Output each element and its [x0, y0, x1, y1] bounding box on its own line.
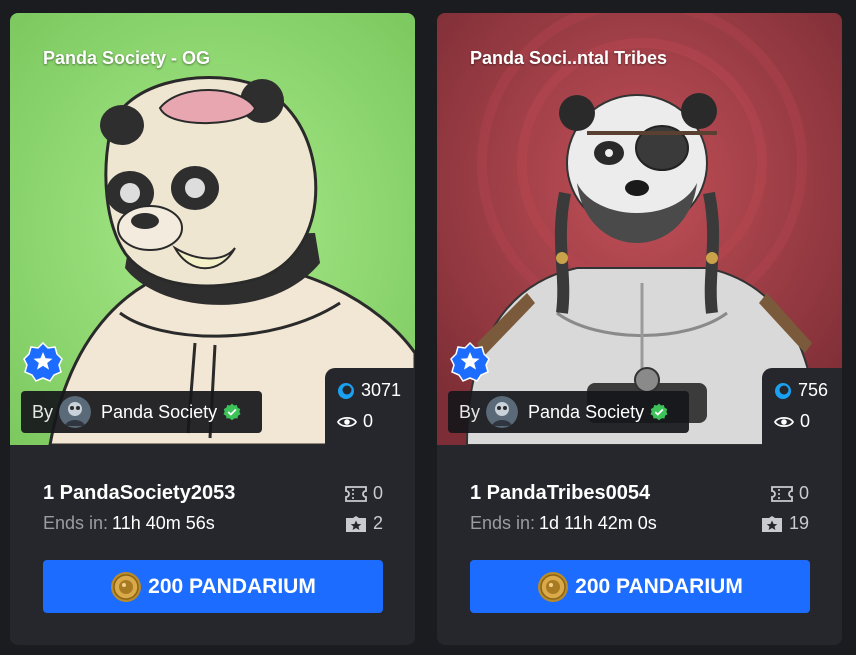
stats-panel: 3071 0: [325, 368, 415, 445]
star-count: 2: [373, 513, 384, 533]
card-info: 1 PandaSociety2053 Ends in: 11h 40m 56s 0…: [10, 445, 415, 645]
item-name[interactable]: 1 PandaSociety2053: [43, 482, 235, 505]
ticket-count: 0: [373, 483, 384, 503]
ticket-stat: 0: [771, 483, 809, 504]
ticket-stat: 0: [345, 483, 383, 504]
like-count: 3071: [361, 380, 402, 400]
verified-icon: [223, 403, 241, 421]
price-label: 200 PANDARIUM: [148, 574, 316, 598]
creator-link[interactable]: By Panda Society: [448, 391, 689, 433]
star-stat: 2: [345, 513, 383, 534]
collection-title[interactable]: Panda Society - OG: [43, 48, 210, 69]
eye-icon: [337, 416, 357, 427]
ticket-icon: [771, 485, 793, 502]
ends-label: Ends in:: [470, 513, 536, 533]
star-stat: 19: [761, 513, 809, 534]
ticket-count: 0: [799, 483, 810, 503]
like-icon: [775, 382, 791, 399]
creator-link[interactable]: By Panda Society: [21, 391, 262, 433]
creator-prefix: By: [32, 401, 54, 422]
star-badge-icon: [23, 342, 63, 382]
eye-icon: [774, 416, 794, 427]
buy-button[interactable]: 200 PANDARIUM: [470, 560, 810, 613]
buy-button[interactable]: 200 PANDARIUM: [43, 560, 383, 613]
like-stat[interactable]: 3071: [337, 380, 401, 401]
auction-timer: Ends in: 11h 40m 56s: [43, 513, 215, 534]
star-badge-icon: [450, 342, 490, 382]
like-stat[interactable]: 756: [774, 380, 828, 401]
avatar: [486, 396, 519, 428]
stats-panel: 756 0: [762, 368, 842, 445]
star-count: 19: [789, 513, 810, 533]
avatar: [59, 396, 92, 428]
verified-icon: [650, 403, 668, 421]
star-box-icon: [346, 515, 366, 532]
price-label: 200 PANDARIUM: [575, 574, 743, 598]
creator-prefix: By: [459, 401, 481, 422]
creator-name: Panda Society: [528, 401, 645, 422]
card-info: 1 PandaTribes0054 Ends in: 1d 11h 42m 0s …: [437, 445, 842, 645]
nft-card-1[interactable]: Panda Society - OG By Panda Society 3071: [10, 13, 415, 645]
view-count: 0: [800, 411, 811, 431]
view-stat: 0: [774, 411, 810, 432]
view-count: 0: [363, 411, 374, 431]
star-box-icon: [762, 515, 782, 532]
like-count: 756: [798, 380, 829, 400]
ticket-icon: [345, 485, 367, 502]
coin-icon: [111, 571, 142, 602]
nft-card-2[interactable]: Panda Soci..ntal Tribes By Panda Society…: [437, 13, 842, 645]
ends-value: 1d 11h 42m 0s: [539, 513, 657, 533]
item-name[interactable]: 1 PandaTribes0054: [470, 482, 650, 505]
like-icon: [338, 382, 354, 399]
ends-label: Ends in:: [43, 513, 109, 533]
ends-value: 11h 40m 56s: [112, 513, 215, 533]
coin-icon: [538, 571, 569, 602]
view-stat: 0: [337, 411, 373, 432]
collection-title[interactable]: Panda Soci..ntal Tribes: [470, 48, 667, 69]
auction-timer: Ends in: 1d 11h 42m 0s: [470, 513, 657, 534]
creator-name: Panda Society: [101, 401, 218, 422]
